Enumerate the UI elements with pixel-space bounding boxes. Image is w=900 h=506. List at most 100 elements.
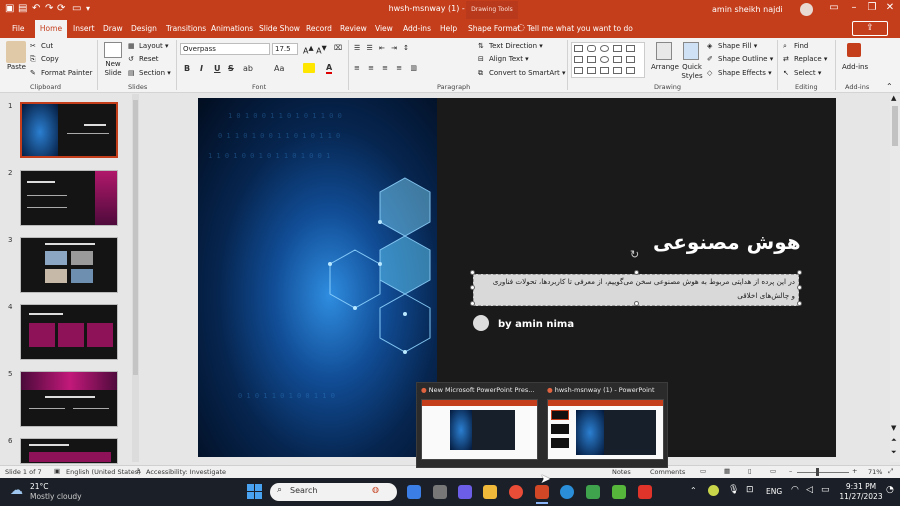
reset-button[interactable]: ↺ Reset [128, 55, 159, 63]
slide-sorter-icon[interactable]: ▦ [724, 467, 730, 475]
preview-window-2[interactable]: ● hwsh-msnway (1) - PowerPoint [547, 386, 665, 460]
font-size-controls[interactable]: A▲ A▼ [303, 44, 327, 56]
arrange-icon[interactable] [656, 42, 672, 60]
next-slide-icon[interactable]: ⏷ [891, 448, 897, 457]
tab-transitions[interactable]: Transitions [166, 24, 206, 33]
rotate-handle-icon[interactable]: ↻ [630, 248, 639, 261]
italic-button[interactable]: I [200, 64, 203, 73]
shape-fill-button[interactable]: ◈ Shape Fill ▾ [707, 42, 757, 50]
slide-thumbnail-6[interactable] [20, 438, 118, 464]
slide-thumbnail-1[interactable] [20, 102, 118, 158]
zoom-out-icon[interactable]: – [789, 467, 792, 475]
taskbar-search-input[interactable]: ⌕ Search ◍ [270, 483, 397, 501]
tab-insert[interactable]: Insert [73, 24, 95, 33]
wifi-icon[interactable]: ◠ [791, 485, 799, 495]
quick-styles-icon[interactable] [683, 42, 699, 60]
weather-desc[interactable]: Mostly cloudy [30, 492, 82, 501]
resize-handle[interactable] [634, 270, 639, 275]
task-view-icon[interactable] [433, 485, 447, 499]
select-button[interactable]: ↖ Select ▾ [783, 69, 821, 77]
format-painter-button[interactable]: ✎ Format Painter [30, 69, 92, 77]
shape-more-icon[interactable] [626, 67, 635, 74]
microphone-icon[interactable]: 🎙 [728, 485, 739, 495]
slideshow-view-icon[interactable]: ▭ [770, 467, 776, 475]
resize-handle[interactable] [634, 301, 639, 306]
accessibility-icon[interactable]: ♿ [136, 467, 142, 475]
share-button[interactable]: ⇪ [852, 21, 888, 36]
fit-slide-icon[interactable]: ⤢ [888, 467, 893, 476]
screen-recorder-icon[interactable] [638, 485, 652, 499]
tray-app-icon[interactable] [708, 485, 719, 496]
resize-handle[interactable] [797, 270, 802, 275]
weather-temp[interactable]: 21°C [30, 482, 49, 491]
tab-record[interactable]: Record [306, 24, 332, 33]
close-icon[interactable]: ✕ [879, 2, 900, 13]
tab-review[interactable]: Review [340, 24, 367, 33]
tab-home[interactable]: Home [35, 20, 67, 38]
user-name[interactable]: amin sheikh najdi [712, 5, 783, 14]
find-button[interactable]: ⌕ Find [783, 42, 808, 50]
battery-icon[interactable]: ▭ [821, 485, 830, 495]
accessibility-status[interactable]: Accessibility: Investigate [146, 468, 226, 476]
character-spacing-button[interactable]: ab [243, 64, 253, 73]
shape-star-icon[interactable] [613, 56, 622, 63]
zoom-level[interactable]: 71% [868, 468, 882, 476]
normal-view-icon[interactable]: ▭ [700, 467, 706, 475]
user-avatar[interactable] [800, 3, 813, 16]
resize-handle[interactable] [797, 301, 802, 306]
shape-brace-icon[interactable] [626, 56, 635, 63]
font-size-input[interactable]: 17.5 [272, 43, 298, 55]
quick-styles-button[interactable]: Quick Styles [680, 63, 704, 81]
alignment-buttons[interactable]: ≡ ≡ ≡ ≡ ▥ [354, 64, 420, 72]
text-direction-button[interactable]: ⇅ Text Direction ▾ [478, 42, 543, 50]
tray-separator-icon[interactable]: ⊡ [746, 485, 754, 495]
arrange-button[interactable]: Arrange [651, 63, 679, 71]
clear-formatting-icon[interactable]: ⌧ [334, 44, 342, 52]
shapes-gallery[interactable] [571, 42, 645, 78]
ribbon-display-icon[interactable]: ▭ [823, 2, 845, 13]
teams-icon[interactable] [458, 485, 472, 499]
font-name-input[interactable]: Overpass [180, 43, 270, 55]
weather-icon[interactable]: ☁ [10, 483, 23, 498]
paste-icon[interactable] [6, 41, 26, 63]
shape-effects-button[interactable]: ◇ Shape Effects ▾ [707, 69, 772, 77]
new-slide-icon[interactable] [104, 42, 122, 58]
cut-button[interactable]: ✂ Cut [30, 42, 53, 50]
tab-animations[interactable]: Animations [211, 24, 253, 33]
comments-button[interactable]: Comments [650, 468, 685, 476]
notifications-icon[interactable]: ◔ [886, 485, 894, 495]
slide-thumbnail-5[interactable] [20, 371, 118, 427]
slide-scrollbar[interactable]: ▲ ▼ ⏶ ⏷ [890, 94, 900, 462]
shape-triangle-icon[interactable] [574, 56, 583, 63]
paste-button[interactable]: Paste [7, 63, 26, 71]
scrollbar-thumb[interactable] [892, 106, 898, 146]
new-slide-button[interactable]: New Slide [102, 60, 124, 78]
shape-rounded-icon[interactable] [587, 45, 596, 52]
tab-file[interactable]: File [12, 24, 25, 33]
copy-button[interactable]: ⎘ Copy [30, 55, 59, 63]
input-language[interactable]: ENG [766, 487, 782, 496]
shape-curve-icon[interactable] [574, 67, 583, 74]
file-explorer-icon[interactable] [483, 485, 497, 499]
scroll-down-icon[interactable]: ▼ [891, 424, 896, 432]
scroll-up-icon[interactable]: ▲ [891, 94, 896, 102]
camtasia-icon[interactable] [612, 485, 626, 499]
tab-help[interactable]: Help [440, 24, 457, 33]
strikethrough-button[interactable]: S [228, 64, 234, 73]
language-indicator[interactable]: English (United States) [66, 468, 141, 476]
slide-thumbnail-3[interactable] [20, 237, 118, 293]
collapse-ribbon-icon[interactable]: ⌃ [886, 82, 893, 91]
font-color-button[interactable]: A [326, 63, 333, 74]
tab-shape-format[interactable]: Shape Format [468, 24, 520, 33]
slide-author[interactable]: by amin nima [498, 319, 574, 330]
shape-circle-icon[interactable] [600, 56, 609, 63]
tab-slide-show[interactable]: Slide Show [259, 24, 300, 33]
section-button[interactable]: ▤ Section ▾ [128, 69, 171, 77]
tab-add-ins[interactable]: Add-ins [403, 24, 431, 33]
slide-thumbnail-2[interactable] [20, 170, 118, 226]
powerpoint-taskbar-icon[interactable] [535, 485, 549, 499]
bold-button[interactable]: B [184, 64, 190, 73]
shape-callout-icon[interactable] [587, 56, 596, 63]
add-ins-icon[interactable] [847, 43, 861, 57]
copilot-icon[interactable] [407, 485, 421, 499]
